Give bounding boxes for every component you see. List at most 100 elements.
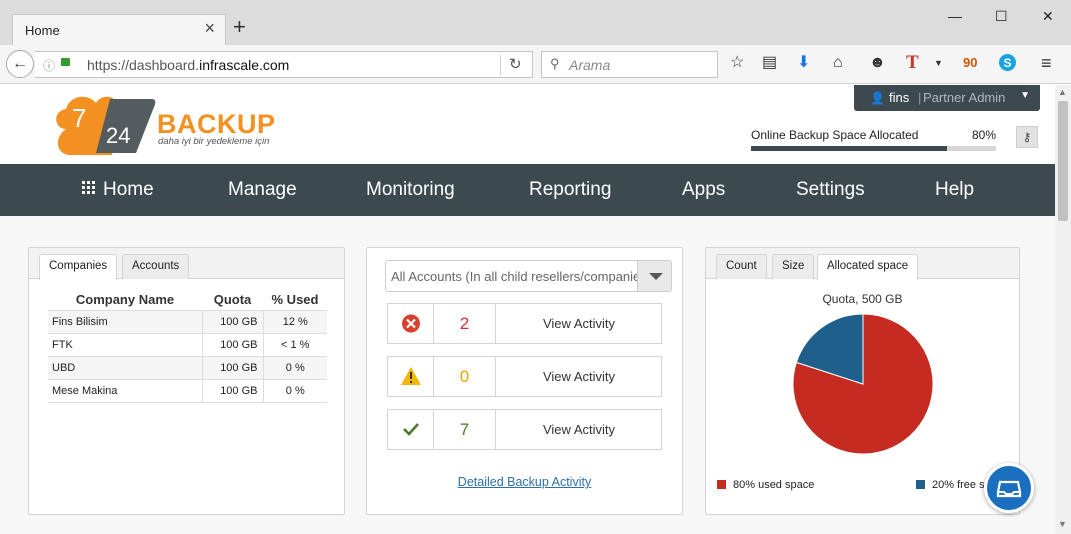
view-activity-button[interactable]: View Activity <box>496 357 662 396</box>
user-menu-button[interactable]: 👤 fins | Partner Admin ▼ <box>854 85 1040 111</box>
nav-item-settings[interactable]: Settings <box>796 179 865 201</box>
companies-tabs: Companies Accounts <box>29 248 344 280</box>
activity-panel: All Accounts (In all child resellers/com… <box>366 247 683 515</box>
company-quota: 100 GB <box>201 332 263 356</box>
companies-table: Company Name Quota % Used Fins Bilisim 1… <box>48 289 327 403</box>
table-row[interactable]: Mese Makina 100 GB 0 % <box>48 378 327 403</box>
minimize-icon[interactable]: — <box>948 8 962 24</box>
companies-panel: Companies Accounts Company Name Quota % … <box>28 247 345 515</box>
browser-tabstrip: Home × + — ☐ ✕ <box>0 0 1071 45</box>
error-count: 2 <box>434 304 496 343</box>
t-extension-icon[interactable]: T <box>906 53 919 72</box>
nav-item-monitoring[interactable]: Monitoring <box>366 179 455 201</box>
column-header[interactable]: % Used <box>263 289 327 310</box>
company-name: FTK <box>48 332 202 356</box>
success-activity-row: 7 View Activity <box>387 409 662 450</box>
skype-icon[interactable]: S <box>999 54 1016 71</box>
user-separator: | <box>918 90 922 105</box>
url-text: https://dashboard.infrascale.com <box>87 57 290 73</box>
tab-allocated-space[interactable]: Allocated space <box>817 254 919 280</box>
company-name: Mese Makina <box>48 378 202 403</box>
nav-item-apps[interactable]: Apps <box>682 179 725 201</box>
error-activity-row: 2 View Activity <box>387 303 662 344</box>
success-count: 7 <box>434 410 496 449</box>
logo-icon[interactable]: 7 24 <box>52 89 156 157</box>
search-icon: ⚲ <box>550 56 560 71</box>
space-tabs: Count Size Allocated space <box>706 248 1019 280</box>
check-icon <box>388 410 434 449</box>
view-activity-button[interactable]: View Activity <box>496 410 662 449</box>
company-name: Fins Bilisim <box>48 309 202 333</box>
table-row[interactable]: FTK 100 GB < 1 % <box>48 332 327 356</box>
table-row[interactable]: Fins Bilisim 100 GB 12 % <box>48 309 327 333</box>
nav-item-reporting[interactable]: Reporting <box>529 179 611 201</box>
reload-icon[interactable]: ↻ <box>509 55 522 73</box>
warning-activity-row: 0 View Activity <box>387 356 662 397</box>
company-used: 0 % <box>262 355 327 379</box>
legend-free[interactable]: 20% free s <box>916 479 985 491</box>
warning-count: 0 <box>434 357 496 396</box>
detailed-backup-activity-link[interactable]: Detailed Backup Activity <box>367 475 682 489</box>
company-quota: 100 GB <box>201 309 263 333</box>
scroll-thumb[interactable] <box>1058 101 1068 221</box>
grid-icon <box>82 181 95 194</box>
tab-title: Home <box>25 23 60 38</box>
search-placeholder: Arama <box>569 57 611 73</box>
legend-swatch <box>916 480 925 489</box>
table-row[interactable]: UBD 100 GB 0 % <box>48 355 327 379</box>
star-icon[interactable]: ☆ <box>730 54 744 72</box>
company-used: < 1 % <box>262 332 327 356</box>
warning-icon <box>388 357 434 396</box>
company-used: 0 % <box>262 378 327 403</box>
inbox-icon <box>996 480 1022 498</box>
emoji-icon[interactable]: ☻ <box>869 54 886 72</box>
browser-tab[interactable]: Home × <box>12 14 226 45</box>
browser-toolbar: ← ⓘ https://dashboard.infrascale.com ↻ ⚲… <box>0 45 1071 84</box>
tab-accounts[interactable]: Accounts <box>122 254 190 279</box>
nav-item-manage[interactable]: Manage <box>228 179 297 201</box>
url-divider <box>500 55 501 75</box>
scroll-down-icon[interactable]: ▼ <box>1058 519 1067 529</box>
url-bar[interactable]: ⓘ https://dashboard.infrascale.com ↻ <box>35 51 533 78</box>
reader-icon[interactable]: ▤ <box>762 54 777 72</box>
allocated-space-pie <box>792 313 934 455</box>
menu-icon[interactable]: ≡ <box>1041 54 1052 72</box>
error-icon <box>388 304 434 343</box>
page-content: 7 24 BACKUP daha iyi bir yedekleme için … <box>0 85 1055 534</box>
close-window-icon[interactable]: ✕ <box>1042 8 1054 25</box>
dropdown-icon[interactable]: ▼ <box>934 54 943 72</box>
info-icon[interactable]: ⓘ <box>43 57 55 74</box>
main-nav: Home Manage Monitoring Reporting Apps Se… <box>0 164 1055 216</box>
home-icon[interactable]: ⌂ <box>833 54 843 72</box>
nav-item-help[interactable]: Help <box>935 179 974 201</box>
chat-button[interactable] <box>984 463 1034 513</box>
back-icon[interactable]: ← <box>6 50 34 78</box>
legend-used[interactable]: 80% used space <box>717 479 814 491</box>
column-header[interactable]: Company Name <box>48 289 202 310</box>
accounts-select[interactable]: All Accounts (In all child resellers/com… <box>385 260 672 292</box>
chevron-down-icon[interactable] <box>637 261 671 291</box>
90-extension-icon[interactable]: 90 <box>963 54 977 72</box>
download-icon[interactable]: ⬇ <box>797 54 810 72</box>
logo-tagline: daha iyi bir yedekleme için <box>158 136 270 147</box>
allocated-percent: 80% <box>972 128 997 142</box>
allocated-label: Online Backup Space Allocated <box>751 128 919 142</box>
tab-companies[interactable]: Companies <box>39 254 118 280</box>
key-icon[interactable]: ⚷ <box>1016 126 1038 148</box>
nav-item-home[interactable]: Home <box>82 179 154 201</box>
tab-size[interactable]: Size <box>772 254 815 279</box>
column-header[interactable]: Quota <box>202 289 263 310</box>
company-name: UBD <box>48 355 202 379</box>
space-panel: Count Size Allocated space Quota, 500 GB… <box>705 247 1020 515</box>
tab-close-icon[interactable]: × <box>204 18 215 39</box>
user-role: Partner Admin <box>923 90 1006 105</box>
search-input[interactable]: ⚲ Arama <box>541 51 718 78</box>
tab-count[interactable]: Count <box>716 254 767 279</box>
maximize-icon[interactable]: ☐ <box>995 8 1008 25</box>
vertical-scrollbar[interactable]: ▲ ▼ <box>1055 85 1071 534</box>
view-activity-button[interactable]: View Activity <box>496 304 662 343</box>
new-tab-icon[interactable]: + <box>233 16 246 38</box>
lock-icon <box>61 58 70 66</box>
scroll-up-icon[interactable]: ▲ <box>1058 87 1067 97</box>
company-quota: 100 GB <box>201 378 263 403</box>
